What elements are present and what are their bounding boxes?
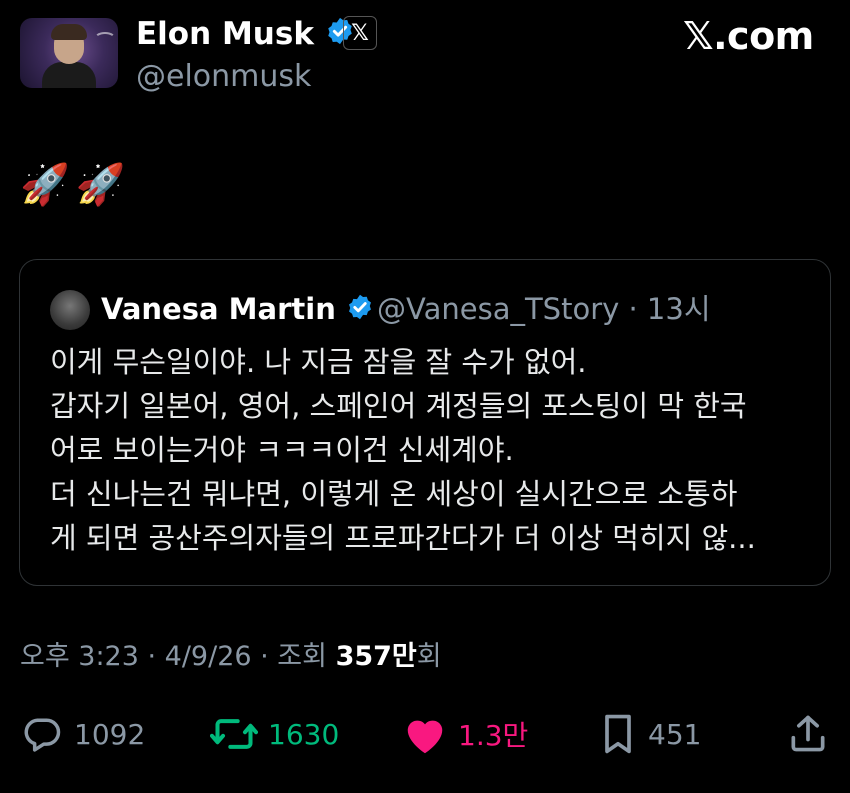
quoted-text-line: 갑자기 일본어, 영어, 스페인어 계정들의 포스팅이 막 한국: [50, 389, 747, 423]
author-name-row[interactable]: Elon Musk: [136, 14, 355, 56]
quoted-author-name[interactable]: Vanesa Martin: [101, 292, 336, 326]
avatar-body: [42, 62, 96, 88]
heart-icon: [402, 712, 448, 756]
verified-badge-icon: [346, 291, 374, 331]
site-label: 𝕏.com: [683, 14, 814, 58]
action-bar: 1092 1630 1.3만 451: [0, 708, 850, 760]
bookmark-button[interactable]: 451: [598, 708, 701, 760]
reply-count: 1092: [74, 717, 146, 751]
avatar-hair: [51, 24, 87, 40]
view-suffix: 회: [416, 641, 442, 672]
author-avatar[interactable]: [20, 18, 118, 88]
quoted-text-line: 더 신나는건 뭐냐면, 이렇게 온 세상이 실시간으로 소통하: [50, 477, 738, 511]
like-count: 1.3만: [458, 719, 529, 752]
quoted-author-row[interactable]: Vanesa Martin: [101, 289, 374, 331]
repost-button[interactable]: 1630: [210, 708, 339, 760]
bookmark-icon: [598, 712, 638, 756]
author-name[interactable]: Elon Musk: [136, 16, 314, 52]
repost-icon: [210, 712, 258, 756]
bookmark-count: 451: [648, 717, 702, 751]
quoted-text-line: 어로 보이는거야 ㅋㅋㅋ이건 신세계야.: [50, 433, 514, 467]
quoted-author-avatar[interactable]: [50, 290, 90, 330]
rocket-emoji: 🚀: [75, 162, 126, 208]
share-button[interactable]: [786, 708, 830, 760]
quoted-post-text: 이게 무슨일이야. 나 지금 잠을 잘 수가 없어. 갑자기 일본어, 영어, …: [50, 340, 820, 560]
reply-icon: [20, 712, 64, 756]
reply-button[interactable]: 1092: [20, 708, 145, 760]
affiliate-x-badge[interactable]: 𝕏: [343, 16, 377, 50]
post-text: 🚀 🚀: [20, 162, 126, 208]
view-count: 357만: [335, 641, 417, 672]
avatar-smoke: [94, 32, 116, 46]
repost-count: 1630: [268, 717, 340, 751]
author-handle[interactable]: @elonmusk: [136, 58, 311, 96]
share-icon: [786, 712, 830, 756]
like-button[interactable]: 1.3만: [402, 708, 528, 760]
quoted-author-handle-time[interactable]: @Vanesa_TStory · 13시: [377, 289, 711, 329]
rocket-emoji: 🚀: [20, 162, 70, 208]
quoted-text-line: 게 되면 공산주의자들의 프로파간다가 더 이상 먹히지 않...: [50, 521, 756, 555]
post-meta: 오후 3:23 · 4/9/26 · 조회 357만회: [20, 637, 442, 677]
quoted-text-line: 이게 무슨일이야. 나 지금 잠을 잘 수가 없어.: [50, 345, 587, 379]
post-timestamp[interactable]: 오후 3:23 · 4/9/26 · 조회: [20, 641, 336, 672]
